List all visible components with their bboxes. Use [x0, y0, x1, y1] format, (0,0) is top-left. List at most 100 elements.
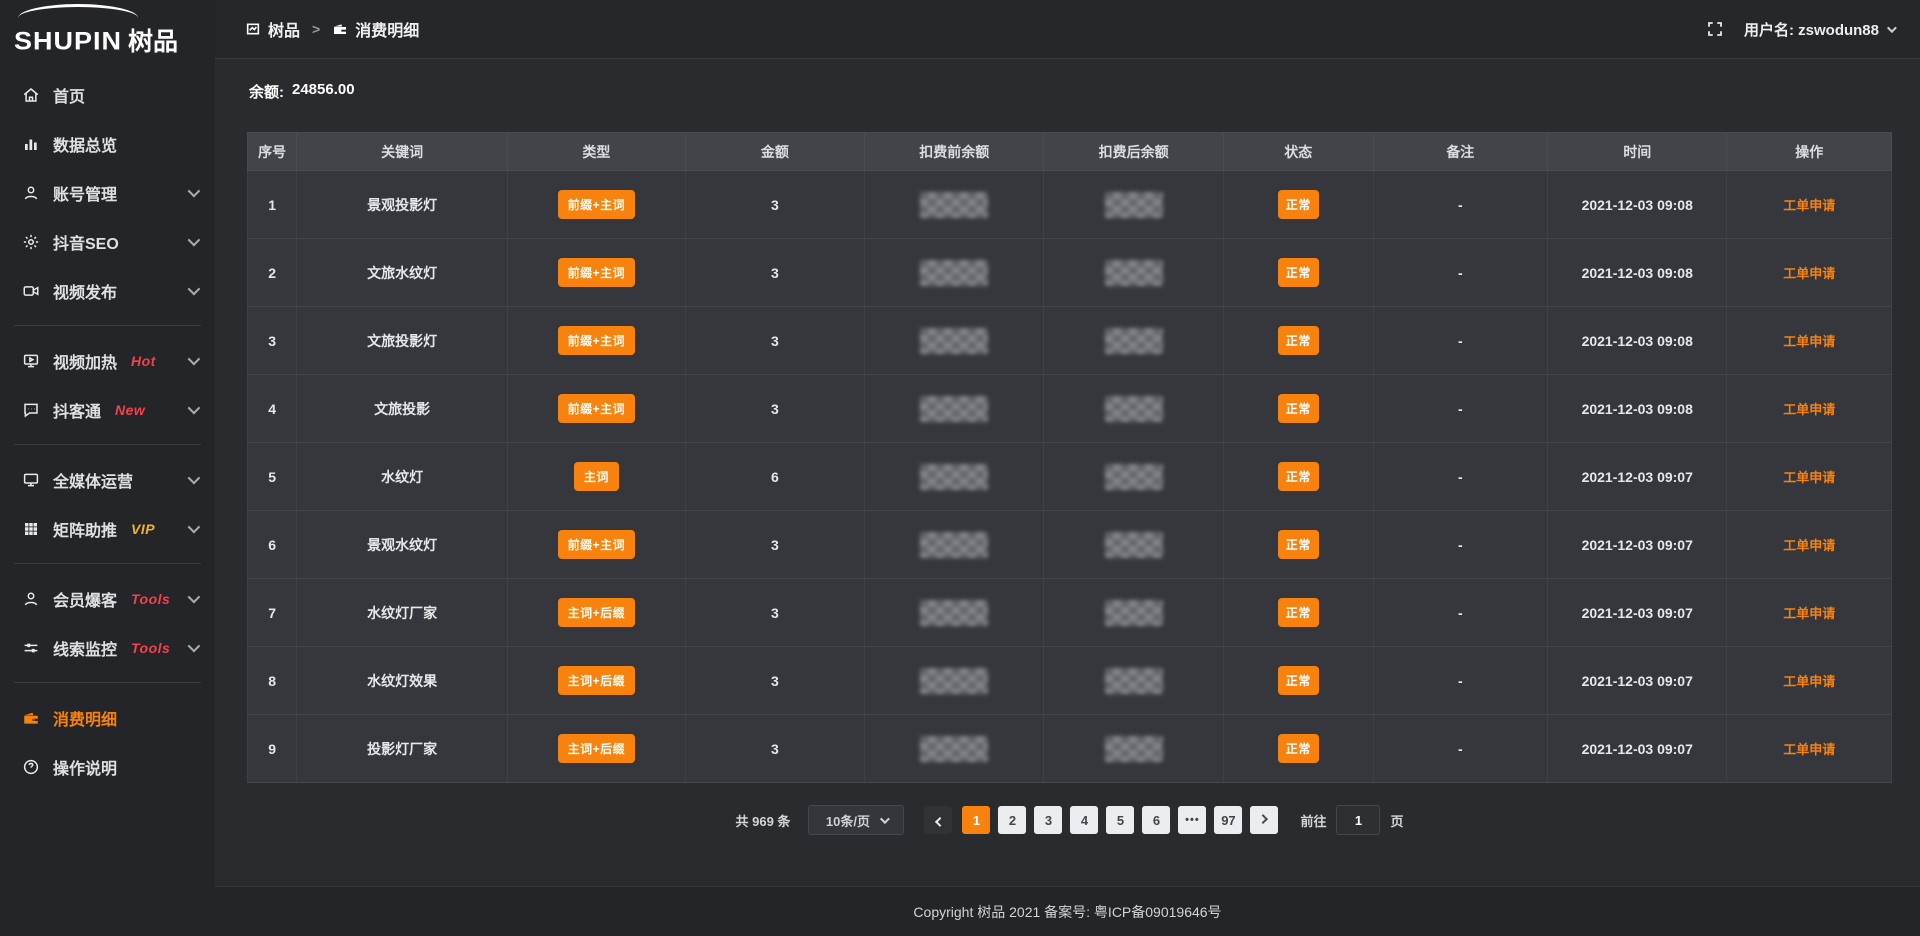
main-area: 树品 > 消费明细 用户名: zswodun88 余额: 24856.00 — [215, 0, 1920, 936]
chevron-down-icon — [188, 234, 201, 247]
cell-keyword: 投影灯厂家 — [297, 715, 508, 783]
sidebar-item-account-management[interactable]: 账号管理 — [0, 168, 215, 217]
prev-page-button[interactable] — [924, 806, 952, 834]
hot-badge: Hot — [131, 353, 156, 369]
sidebar-item-label: 消费明细 — [53, 706, 117, 730]
column-header: 备注 — [1373, 133, 1547, 171]
sidebar-item-label: 数据总览 — [53, 132, 117, 156]
logo-arc-decoration — [18, 4, 138, 18]
cell-balance-before — [865, 647, 1044, 715]
pagination: 共 969 条 10条/页 123456•••97 前往 页 — [247, 805, 1892, 835]
cell-type: 主词 — [508, 443, 686, 511]
window-icon — [245, 21, 261, 37]
redacted-balance-before — [920, 192, 988, 218]
cell-type: 前缀+主词 — [508, 239, 686, 307]
consumption-table: 序号关键词类型金额扣费前余额扣费后余额状态备注时间操作 1 景观投影灯 前缀+主… — [247, 132, 1892, 783]
page-button[interactable]: 2 — [998, 806, 1026, 834]
column-header: 金额 — [685, 133, 864, 171]
sidebar-item-omni-media[interactable]: 全媒体运营 — [0, 455, 215, 504]
cell-seq: 7 — [248, 579, 297, 647]
goto-page-input[interactable] — [1336, 805, 1380, 835]
cell-action: 工单申请 — [1727, 239, 1892, 307]
video-camera-icon — [22, 282, 40, 300]
ticket-apply-link[interactable]: 工单申请 — [1783, 606, 1835, 621]
ticket-apply-link[interactable]: 工单申请 — [1783, 266, 1835, 281]
ticket-apply-link[interactable]: 工单申请 — [1783, 198, 1835, 213]
page-button[interactable]: 3 — [1034, 806, 1062, 834]
username-dropdown[interactable]: 用户名: zswodun88 — [1744, 19, 1894, 40]
username-label: 用户名: zswodun88 — [1744, 19, 1879, 40]
cell-seq: 9 — [248, 715, 297, 783]
cell-balance-before — [865, 239, 1044, 307]
cell-balance-after — [1044, 443, 1223, 511]
footer: Copyright 树品 2021 备案号: 粤ICP备09019646号 — [215, 886, 1920, 936]
ticket-apply-link[interactable]: 工单申请 — [1783, 674, 1835, 689]
page-size-select[interactable]: 10条/页 — [808, 805, 904, 835]
sidebar-item-video-publish[interactable]: 视频发布 — [0, 266, 215, 315]
table-row: 3 文旅投影灯 前缀+主词 3 正常 - 2021-12-03 09:08 工单… — [248, 307, 1892, 375]
cell-action: 工单申请 — [1727, 375, 1892, 443]
chevron-down-icon — [880, 814, 890, 824]
cell-seq: 2 — [248, 239, 297, 307]
breadcrumb: 树品 > 消费明细 — [245, 17, 419, 41]
cell-status: 正常 — [1223, 307, 1373, 375]
sidebar-item-matrix-boost[interactable]: 矩阵助推 VIP — [0, 504, 215, 553]
cell-seq: 8 — [248, 647, 297, 715]
sidebar-item-member-burst[interactable]: 会员爆客 Tools — [0, 574, 215, 623]
sidebar-item-label: 线索监控 — [53, 636, 117, 660]
sidebar-item-operation-guide[interactable]: 操作说明 — [0, 742, 215, 791]
type-badge: 前缀+主词 — [558, 394, 636, 423]
type-badge: 主词+后缀 — [558, 666, 636, 695]
cell-time: 2021-12-03 09:08 — [1548, 239, 1727, 307]
sidebar-item-lead-monitor[interactable]: 线索监控 Tools — [0, 623, 215, 672]
chevron-down-icon — [188, 283, 201, 296]
cell-seq: 4 — [248, 375, 297, 443]
chevron-down-icon — [188, 185, 201, 198]
cell-remark: - — [1373, 647, 1547, 715]
ticket-apply-link[interactable]: 工单申请 — [1783, 402, 1835, 417]
ticket-apply-link[interactable]: 工单申请 — [1783, 470, 1835, 485]
cell-amount: 3 — [685, 375, 864, 443]
brand-name-cn: 树品 — [128, 22, 178, 58]
cell-balance-after — [1044, 511, 1223, 579]
home-icon — [22, 86, 40, 104]
redacted-balance-after — [1105, 260, 1163, 286]
sidebar-item-douyin-seo[interactable]: 抖音SEO — [0, 217, 215, 266]
table-row: 4 文旅投影 前缀+主词 3 正常 - 2021-12-03 09:08 工单申… — [248, 375, 1892, 443]
status-badge: 正常 — [1278, 462, 1319, 491]
breadcrumb-current[interactable]: 消费明细 — [332, 17, 419, 41]
sidebar-item-label: 矩阵助推 — [53, 517, 117, 541]
next-page-button[interactable] — [1250, 806, 1278, 834]
ticket-apply-link[interactable]: 工单申请 — [1783, 334, 1835, 349]
status-badge: 正常 — [1278, 666, 1319, 695]
column-header: 时间 — [1548, 133, 1727, 171]
menu-divider — [14, 325, 201, 326]
cell-status: 正常 — [1223, 375, 1373, 443]
sidebar-item-home[interactable]: 首页 — [0, 70, 215, 119]
page-button[interactable]: 4 — [1070, 806, 1098, 834]
sidebar-item-video-heating[interactable]: 视频加热 Hot — [0, 336, 215, 385]
page-size-value: 10条/页 — [826, 811, 870, 830]
page-button[interactable]: 1 — [962, 806, 990, 834]
fullscreen-icon[interactable] — [1706, 20, 1724, 38]
table-header-row: 序号关键词类型金额扣费前余额扣费后余额状态备注时间操作 — [248, 133, 1892, 171]
cell-time: 2021-12-03 09:08 — [1548, 375, 1727, 443]
chat-bubble-icon — [22, 401, 40, 419]
ticket-apply-link[interactable]: 工单申请 — [1783, 538, 1835, 553]
page-button[interactable]: 5 — [1106, 806, 1134, 834]
cell-balance-after — [1044, 375, 1223, 443]
sidebar-item-douketong[interactable]: 抖客通 New — [0, 385, 215, 434]
screen-play-icon — [22, 352, 40, 370]
page-button[interactable]: 6 — [1142, 806, 1170, 834]
ticket-apply-link[interactable]: 工单申请 — [1783, 742, 1835, 757]
column-header: 序号 — [248, 133, 297, 171]
more-pages-button[interactable]: ••• — [1178, 806, 1206, 834]
cell-balance-before — [865, 171, 1044, 239]
page-button[interactable]: 97 — [1214, 806, 1242, 834]
sidebar-item-consumption-detail[interactable]: 消费明细 — [0, 693, 215, 742]
breadcrumb-root[interactable]: 树品 — [245, 17, 300, 41]
cell-remark: - — [1373, 715, 1547, 783]
sidebar-item-data-overview[interactable]: 数据总览 — [0, 119, 215, 168]
cell-type: 主词+后缀 — [508, 579, 686, 647]
brand-logo[interactable]: SHUPIN 树品 — [0, 0, 215, 62]
